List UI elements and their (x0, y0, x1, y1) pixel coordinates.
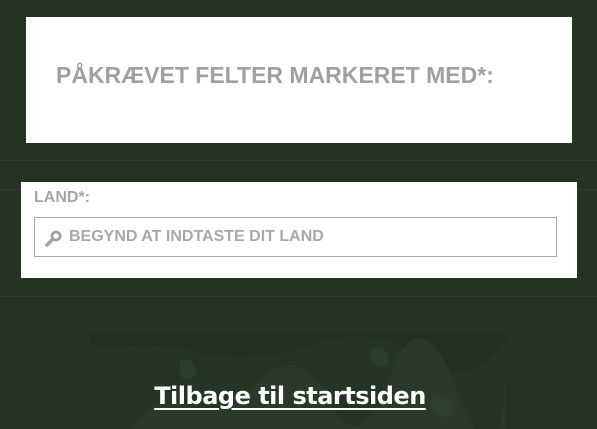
required-notice-panel: PÅKRÆVET FELTER MARKERET MED*: (26, 17, 572, 143)
required-notice-text: PÅKRÆVET FELTER MARKERET MED*: (56, 62, 494, 88)
country-field-panel: LAND*: (21, 182, 577, 278)
back-to-home-link[interactable]: Tilbage til startsiden (0, 382, 580, 410)
country-search-input[interactable] (69, 218, 539, 255)
search-icon (45, 230, 62, 247)
country-field-label: LAND*: (34, 189, 90, 206)
country-input-wrapper[interactable] (34, 217, 557, 257)
map-background-image (90, 331, 506, 429)
bottom-divider (0, 296, 597, 297)
map-texture-graphic (90, 336, 506, 429)
top-divider (0, 160, 597, 161)
